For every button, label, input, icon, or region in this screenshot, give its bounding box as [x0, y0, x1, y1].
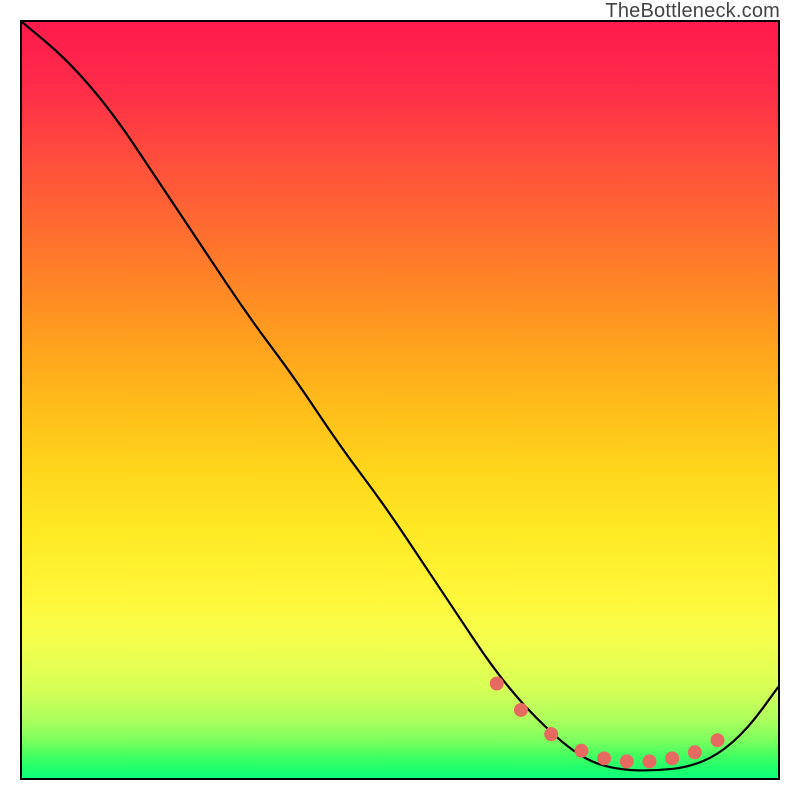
chart-container: TheBottleneck.com	[0, 0, 800, 800]
curve-svg	[22, 22, 778, 778]
curve-marker	[597, 751, 611, 765]
curve-marker	[665, 751, 679, 765]
markers-group	[490, 677, 725, 769]
curve-marker	[574, 744, 588, 758]
curve-marker	[620, 754, 634, 768]
curve-marker	[711, 733, 725, 747]
curve-marker	[688, 745, 702, 759]
curve-marker	[514, 703, 528, 717]
plot-area	[20, 20, 780, 780]
curve-marker	[642, 754, 656, 768]
curve-marker	[490, 677, 504, 691]
curve-marker	[544, 727, 558, 741]
curve-line	[22, 22, 778, 770]
